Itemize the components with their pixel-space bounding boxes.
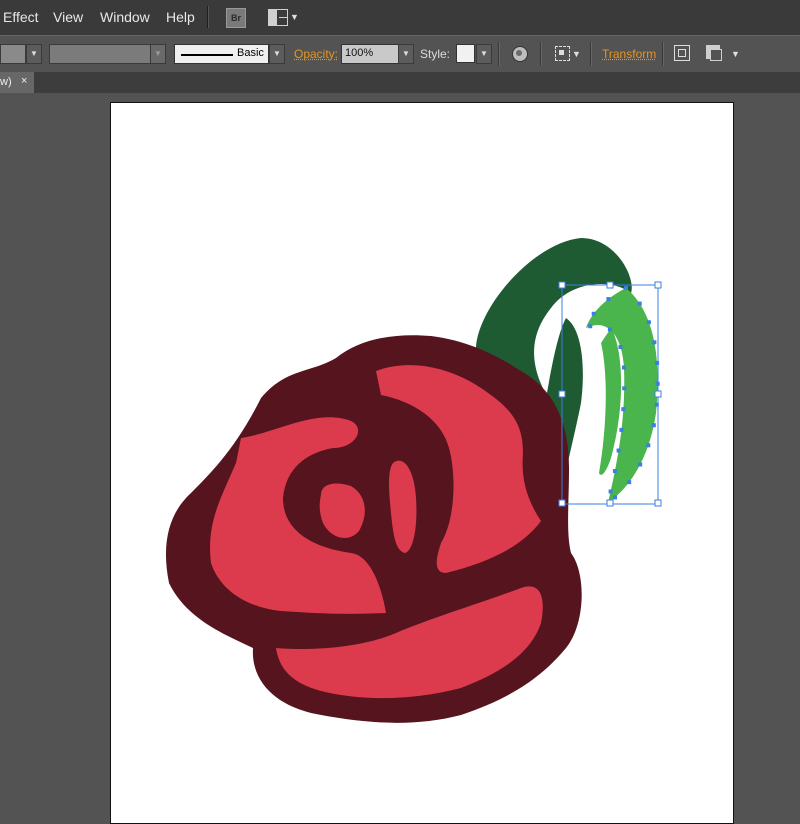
leaf-selected-fold[interactable] — [599, 328, 622, 475]
bridge-icon[interactable]: Br — [226, 8, 246, 28]
anchor-point[interactable] — [646, 320, 651, 325]
anchor-point[interactable] — [616, 448, 621, 453]
graphic-style-swatch[interactable] — [456, 44, 475, 63]
menu-view[interactable]: View — [53, 9, 83, 25]
menu-effect[interactable]: Effect — [3, 9, 39, 25]
stroke-profile-label: Basic — [237, 47, 264, 59]
document-tab-bar: w) × — [0, 72, 800, 93]
anchor-point[interactable] — [655, 360, 660, 365]
anchor-point[interactable] — [591, 311, 596, 316]
anchor-point[interactable] — [651, 423, 656, 428]
handle-middle-right[interactable] — [654, 390, 662, 398]
menu-bar: Effect View Window Help Br ▼ — [0, 0, 800, 35]
fill-swatch-dropdown[interactable] — [0, 44, 26, 64]
anchor-point[interactable] — [622, 386, 627, 391]
recolor-artwork-icon[interactable] — [555, 46, 570, 61]
chevron-down-icon[interactable]: ▼ — [150, 44, 166, 64]
document-tab[interactable]: w) × — [0, 72, 34, 93]
chevron-down-icon[interactable]: ▼ — [476, 44, 492, 64]
opacity-value: 100% — [345, 47, 374, 59]
chevron-down-icon[interactable]: ▼ — [290, 12, 299, 22]
menu-help[interactable]: Help — [166, 9, 195, 25]
anchor-point[interactable] — [618, 345, 623, 350]
align-icon[interactable] — [674, 45, 690, 61]
chevron-down-icon[interactable]: ▼ — [398, 44, 414, 64]
anchor-point[interactable] — [607, 327, 612, 332]
anchor-point[interactable] — [637, 301, 642, 306]
stroke-profile-select[interactable]: Basic — [174, 44, 269, 64]
opacity-input[interactable]: 100% — [341, 44, 399, 64]
stroke-weight-field[interactable] — [49, 44, 151, 64]
menu-window[interactable]: Window — [100, 9, 150, 25]
handle-middle-left[interactable] — [558, 390, 566, 398]
anchor-point[interactable] — [619, 427, 624, 432]
handle-top-middle[interactable] — [606, 281, 614, 289]
document-tab-label: w) — [0, 76, 12, 88]
menu-separator — [207, 6, 209, 28]
separator — [662, 42, 664, 66]
anchor-point[interactable] — [646, 443, 651, 448]
separator — [540, 42, 542, 66]
anchor-point[interactable] — [621, 407, 626, 412]
arrange-documents-icon[interactable] — [268, 9, 288, 26]
artwork-canvas[interactable] — [111, 103, 733, 823]
control-bar: ▼ ▼ Basic ▼ Opacity: 100% ▼ Style: ▼ ▼ T… — [0, 35, 800, 73]
handle-top-right[interactable] — [654, 281, 662, 289]
separator — [498, 42, 500, 66]
artboard[interactable] — [110, 102, 734, 824]
anchor-point[interactable] — [627, 480, 632, 485]
transform-link[interactable]: Transform — [602, 47, 656, 61]
anchor-point[interactable] — [613, 495, 618, 500]
separator — [590, 42, 592, 66]
chevron-down-icon[interactable]: ▼ — [731, 49, 740, 59]
style-label: Style: — [420, 47, 451, 61]
opacity-label[interactable]: Opacity: — [294, 47, 338, 61]
anchor-point[interactable] — [606, 297, 611, 302]
anchor-point[interactable] — [654, 402, 659, 407]
anchor-point[interactable] — [588, 324, 593, 329]
anchor-point[interactable] — [652, 340, 657, 345]
handle-bottom-left[interactable] — [558, 499, 566, 507]
handle-bottom-right[interactable] — [654, 499, 662, 507]
anchor-point[interactable] — [638, 462, 643, 467]
anchor-point[interactable] — [621, 365, 626, 370]
handle-bottom-middle[interactable] — [606, 499, 614, 507]
close-icon[interactable]: × — [21, 75, 27, 87]
stroke-preview — [181, 54, 233, 56]
handle-top-left[interactable] — [558, 281, 566, 289]
anchor-point[interactable] — [655, 381, 660, 386]
anchor-point[interactable] — [612, 469, 617, 474]
chevron-down-icon[interactable]: ▼ — [26, 44, 42, 64]
anchor-point[interactable] — [608, 489, 613, 494]
document-setup-icon[interactable] — [512, 46, 528, 62]
chevron-down-icon[interactable]: ▼ — [269, 44, 285, 64]
chevron-down-icon[interactable]: ▼ — [572, 49, 581, 59]
isolate-group-icon[interactable] — [706, 45, 722, 61]
anchor-point[interactable] — [624, 286, 628, 290]
